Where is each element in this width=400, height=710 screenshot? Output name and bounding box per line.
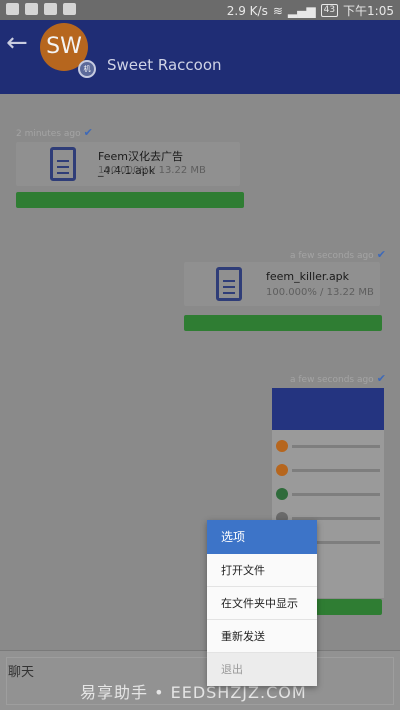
network-speed: 2.9 K/s (226, 3, 268, 18)
thumbnail-header (272, 388, 384, 430)
options-menu: 选项 打开文件 在文件夹中显示 重新发送 退出 (207, 520, 317, 686)
message-timestamp: a few seconds ago ✔ (290, 372, 386, 385)
shield-icon (63, 3, 76, 15)
clock: 下午1:05 (343, 4, 394, 18)
cloud-icon (25, 3, 38, 15)
document-icon (216, 267, 242, 301)
sent-check-icon: ✔ (376, 372, 386, 385)
wifi-icon: ≋ (272, 3, 283, 18)
file-card[interactable]: Feem汉化去广告_4.4.1.apk 100.000% / 13.22 MB (16, 142, 240, 186)
menu-title: 选项 (207, 520, 317, 554)
sent-check-icon: ✔ (376, 248, 386, 261)
chat-input-label: 聊天 (8, 665, 35, 680)
file-card[interactable]: feem_killer.apk 100.000% / 13.22 MB (184, 262, 380, 306)
battery-level: 43 (320, 4, 339, 17)
file-progress-text: 100.000% / 13.22 MB (98, 165, 206, 176)
menu-item-open-file[interactable]: 打开文件 (207, 554, 317, 587)
sent-check-icon: ✔ (83, 126, 93, 139)
progress-bar (16, 192, 244, 208)
device-badge: 机 (78, 60, 96, 78)
contact-name: Sweet Raccoon (107, 56, 222, 74)
document-icon (50, 147, 76, 181)
status-icons-right: 2.9 K/s ≋ ▂▄▆ 43 下午1:05 (227, 2, 394, 19)
thumbnail-row (276, 486, 380, 502)
ai-icon (6, 3, 19, 15)
thumbnail-row (276, 462, 380, 478)
thumbnail-row (276, 438, 380, 454)
menu-item-resend[interactable]: 重新发送 (207, 620, 317, 653)
progress-bar (184, 315, 382, 331)
cloud-upload-icon (44, 3, 57, 15)
status-bar: 2.9 K/s ≋ ▂▄▆ 43 下午1:05 (0, 0, 400, 20)
file-progress-text: 100.000% / 13.22 MB (266, 287, 374, 298)
file-name: feem_killer.apk (266, 270, 350, 283)
menu-item-show-in-folder[interactable]: 在文件夹中显示 (207, 587, 317, 620)
status-icons-left (6, 3, 76, 15)
back-arrow-icon[interactable]: ← (6, 30, 28, 56)
signal-icon: ▂▄▆ (287, 3, 316, 18)
menu-item-exit[interactable]: 退出 (207, 653, 317, 686)
message-timestamp: 2 minutes ago ✔ (16, 126, 93, 139)
message-timestamp: a few seconds ago ✔ (290, 248, 386, 261)
